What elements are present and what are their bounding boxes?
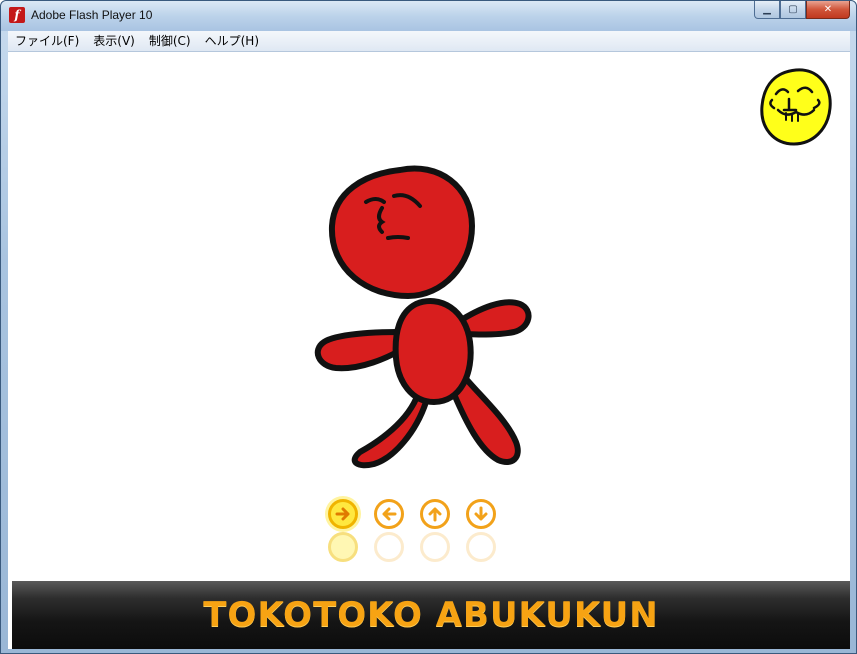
flash-stage[interactable]: TOKOTOKO ABUKUKUN — [8, 52, 850, 649]
arrow-right-icon — [335, 507, 350, 521]
red-character-figure[interactable] — [308, 162, 548, 472]
menu-bar: ファイル(F) 表示(V) 制御(C) ヘルプ(H) — [8, 31, 850, 52]
arrow-down-icon — [474, 506, 488, 521]
arrow-up-button[interactable] — [420, 499, 450, 529]
arrow-down-reflection — [466, 532, 496, 562]
arrow-up-reflection — [420, 532, 450, 562]
close-button[interactable]: ✕ — [806, 1, 850, 19]
flash-player-window: f Adobe Flash Player 10 ▁ ▢ ✕ ファイル(F) 表示… — [0, 0, 857, 654]
window-title: Adobe Flash Player 10 — [31, 8, 153, 22]
window-controls: ▁ ▢ ✕ — [754, 1, 850, 21]
minimize-button[interactable]: ▁ — [754, 1, 780, 19]
title-banner: TOKOTOKO ABUKUKUN — [12, 581, 850, 649]
menu-view[interactable]: 表示(V) — [86, 32, 142, 50]
menu-file[interactable]: ファイル(F) — [8, 32, 86, 50]
title-bar[interactable]: f Adobe Flash Player 10 ▁ ▢ ✕ — [1, 1, 856, 31]
yellow-face-icon[interactable] — [756, 64, 836, 149]
menu-control[interactable]: 制御(C) — [142, 32, 198, 50]
arrow-right-reflection — [328, 532, 358, 562]
arrow-right-button[interactable] — [328, 499, 358, 529]
arrow-left-reflection — [374, 532, 404, 562]
arrow-left-button[interactable] — [374, 499, 404, 529]
banner-title: TOKOTOKO ABUKUKUN — [203, 595, 659, 635]
arrow-down-button[interactable] — [466, 499, 496, 529]
maximize-button[interactable]: ▢ — [780, 1, 806, 19]
flash-icon: f — [9, 7, 25, 23]
arrow-left-icon — [382, 507, 397, 521]
menu-help[interactable]: ヘルプ(H) — [198, 32, 266, 50]
arrow-up-icon — [428, 507, 442, 522]
